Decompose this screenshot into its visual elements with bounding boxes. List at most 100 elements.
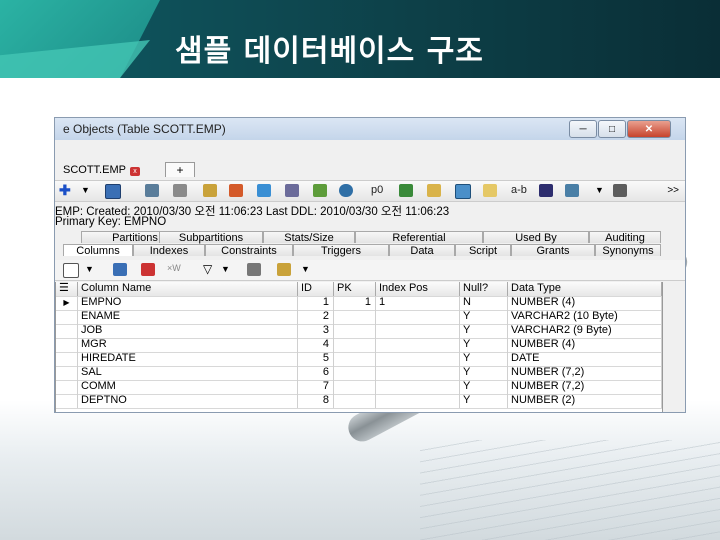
cell-pk[interactable] (334, 324, 376, 338)
maximize-button[interactable]: □ (598, 120, 626, 138)
table-row[interactable]: MGR 4 Y NUMBER (4) (56, 338, 662, 353)
cell-null[interactable]: Y (460, 366, 508, 380)
table-row[interactable]: SAL 6 Y NUMBER (7,2) (56, 366, 662, 381)
cell-id[interactable]: 2 (298, 310, 334, 324)
properties-icon[interactable] (63, 263, 79, 278)
cell-null[interactable]: Y (460, 380, 508, 394)
table-row[interactable]: HIREDATE 5 Y DATE (56, 352, 662, 367)
table-row[interactable]: JOB 3 Y VARCHAR2 (9 Byte) (56, 324, 662, 339)
cell-index-pos[interactable] (376, 352, 460, 366)
cell-data-type[interactable]: NUMBER (2) (508, 394, 662, 408)
cell-column-name[interactable]: HIREDATE (78, 352, 298, 366)
export-grid-dropdown-icon[interactable]: ▼ (301, 264, 315, 277)
cell-column-name[interactable]: DEPTNO (78, 394, 298, 408)
ab-label[interactable]: a-b (511, 184, 527, 196)
export-icon[interactable] (613, 184, 627, 197)
properties-dropdown-icon[interactable]: ▼ (85, 264, 99, 277)
tab-constraints[interactable]: Constraints (205, 244, 293, 257)
tab-indexes[interactable]: Indexes (133, 244, 205, 257)
cell-column-name[interactable]: ENAME (78, 310, 298, 324)
minimize-button[interactable]: ─ (569, 120, 597, 138)
row-selector[interactable] (56, 324, 78, 338)
print-icon[interactable] (247, 263, 261, 276)
cell-index-pos[interactable] (376, 380, 460, 394)
toolbar-overflow-icon[interactable]: >> (667, 185, 679, 196)
cell-null[interactable]: Y (460, 394, 508, 408)
tab-script[interactable]: Script (455, 244, 511, 257)
cell-null[interactable]: Y (460, 324, 508, 338)
header-column-name[interactable]: Column Name (78, 282, 298, 296)
cell-data-type[interactable]: NUMBER (7,2) (508, 380, 662, 394)
copy-icon[interactable] (483, 184, 497, 197)
cell-pk[interactable]: 1 (334, 296, 376, 310)
clear-sort-icon[interactable]: ×W (167, 263, 181, 276)
cell-id[interactable]: 6 (298, 366, 334, 380)
close-button[interactable]: ✕ (627, 120, 671, 138)
chart-icon[interactable] (257, 184, 271, 197)
header-index-pos[interactable]: Index Pos (376, 282, 460, 296)
cell-pk[interactable] (334, 366, 376, 380)
stats-icon[interactable] (229, 184, 243, 197)
cell-data-type[interactable]: VARCHAR2 (9 Byte) (508, 324, 662, 338)
export-dropdown-icon[interactable]: ▼ (595, 185, 609, 198)
table-row[interactable]: ▶ EMPNO 1 1 1 N NUMBER (4) (56, 296, 662, 311)
plus-icon[interactable]: ✚ (59, 182, 73, 198)
close-tab-icon[interactable]: x (129, 167, 140, 176)
row-selector[interactable] (56, 366, 78, 380)
columns-icon[interactable] (539, 184, 553, 197)
header-pk[interactable]: PK (334, 282, 376, 296)
cell-data-type[interactable]: VARCHAR2 (10 Byte) (508, 310, 662, 324)
cell-id[interactable]: 7 (298, 380, 334, 394)
cell-pk[interactable] (334, 352, 376, 366)
row-selector[interactable] (56, 394, 78, 408)
cell-pk[interactable] (334, 310, 376, 324)
cell-index-pos[interactable] (376, 366, 460, 380)
cell-null[interactable]: N (460, 296, 508, 310)
cell-id[interactable]: 8 (298, 394, 334, 408)
cell-column-name[interactable]: EMPNO (78, 296, 298, 310)
cell-index-pos[interactable]: 1 (376, 296, 460, 310)
header-id[interactable]: ID (298, 282, 334, 296)
tab-data[interactable]: Data (389, 244, 455, 257)
cell-null[interactable]: Y (460, 338, 508, 352)
cell-null[interactable]: Y (460, 352, 508, 366)
cell-id[interactable]: 5 (298, 352, 334, 366)
cell-index-pos[interactable] (376, 310, 460, 324)
table-icon[interactable] (145, 184, 159, 197)
header-null[interactable]: Null? (460, 282, 508, 296)
current-row-arrow-icon[interactable]: ▶ (56, 296, 78, 310)
cell-data-type[interactable]: NUMBER (7,2) (508, 366, 662, 380)
cell-column-name[interactable]: JOB (78, 324, 298, 338)
sort-desc-icon[interactable] (141, 263, 155, 276)
cell-column-name[interactable]: SAL (78, 366, 298, 380)
row-selector[interactable] (56, 352, 78, 366)
table-row[interactable]: COMM 7 Y NUMBER (7,2) (56, 380, 662, 395)
tab-subpartitions[interactable]: Subpartitions (159, 231, 263, 244)
cell-data-type[interactable]: DATE (508, 352, 662, 366)
image-icon[interactable] (455, 184, 471, 199)
export-grid-icon[interactable] (277, 263, 291, 276)
row-selector[interactable] (56, 380, 78, 394)
dropdown-icon[interactable]: ▼ (81, 185, 95, 198)
tab-columns[interactable]: Columns (63, 244, 133, 257)
p0-label[interactable]: p0 (371, 184, 383, 196)
cell-pk[interactable] (334, 380, 376, 394)
cell-column-name[interactable]: COMM (78, 380, 298, 394)
tab-used-by[interactable]: Used By (483, 231, 589, 244)
cell-index-pos[interactable] (376, 324, 460, 338)
sort-asc-icon[interactable] (113, 263, 127, 276)
table-row[interactable]: ENAME 2 Y VARCHAR2 (10 Byte) (56, 310, 662, 325)
filter-icon[interactable] (285, 184, 299, 197)
row-selector[interactable] (56, 338, 78, 352)
cell-data-type[interactable]: NUMBER (4) (508, 296, 662, 310)
cell-index-pos[interactable] (376, 394, 460, 408)
list-icon[interactable] (173, 184, 187, 197)
run-icon[interactable] (313, 184, 327, 197)
header-data-type[interactable]: Data Type (508, 282, 662, 296)
funnel-filter-icon[interactable]: ▽ (203, 262, 217, 276)
save-icon[interactable] (105, 184, 121, 199)
add-tab-button[interactable]: + (165, 162, 195, 177)
network-icon[interactable] (565, 184, 579, 197)
tab-auditing[interactable]: Auditing (589, 231, 661, 244)
table-row[interactable]: DEPTNO 8 Y NUMBER (2) (56, 394, 662, 409)
